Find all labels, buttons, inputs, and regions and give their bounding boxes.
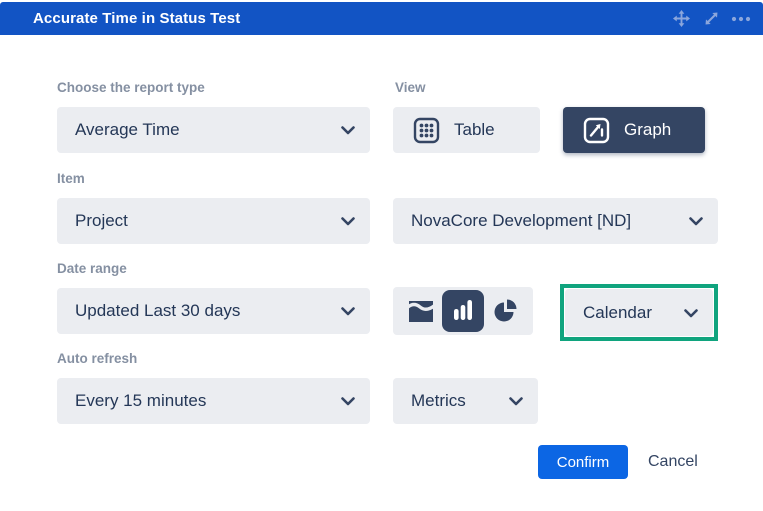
- view-label: View: [395, 80, 426, 95]
- chart-type-group: [393, 287, 533, 335]
- report-type-select[interactable]: Average Time: [57, 107, 370, 153]
- chevron-down-icon: [341, 217, 355, 226]
- time-in-status-dialog: Accurate Time in Status Test: [0, 0, 763, 511]
- chevron-down-icon: [684, 309, 698, 318]
- resize-diagonal-icon[interactable]: [701, 9, 721, 29]
- confirm-button[interactable]: Confirm: [538, 445, 628, 479]
- view-graph-button[interactable]: Graph: [563, 107, 705, 153]
- calendar-highlight-box: Calendar: [560, 284, 718, 341]
- cancel-button[interactable]: Cancel: [640, 445, 706, 479]
- chevron-down-icon: [341, 397, 355, 406]
- report-type-label: Choose the report type: [57, 80, 205, 95]
- bar-chart-icon[interactable]: [442, 290, 484, 332]
- view-table-label: Table: [454, 120, 495, 140]
- auto-refresh-value: Every 15 minutes: [57, 391, 206, 411]
- dialog-titlebar: Accurate Time in Status Test: [0, 2, 763, 35]
- bar-graph-icon: [583, 117, 610, 144]
- calendar-value: Calendar: [565, 303, 652, 323]
- auto-refresh-select[interactable]: Every 15 minutes: [57, 378, 370, 424]
- area-chart-icon[interactable]: [400, 290, 442, 332]
- chevron-down-icon: [341, 126, 355, 135]
- view-graph-label: Graph: [624, 120, 671, 140]
- auto-refresh-label: Auto refresh: [57, 351, 137, 366]
- titlebar-actions: [671, 2, 751, 35]
- item-value: Project: [57, 211, 128, 231]
- metrics-value: Metrics: [393, 391, 466, 411]
- dialog-title: Accurate Time in Status Test: [0, 10, 240, 27]
- table-grid-icon: [413, 117, 440, 144]
- date-range-label: Date range: [57, 261, 127, 276]
- date-range-select[interactable]: Updated Last 30 days: [57, 288, 370, 334]
- project-value: NovaCore Development [ND]: [393, 211, 631, 231]
- report-type-value: Average Time: [57, 120, 180, 140]
- metrics-select[interactable]: Metrics: [393, 378, 538, 424]
- chevron-down-icon: [509, 397, 523, 406]
- chevron-down-icon: [689, 217, 703, 226]
- project-select[interactable]: NovaCore Development [ND]: [393, 198, 718, 244]
- calendar-select[interactable]: Calendar: [565, 289, 713, 336]
- more-options-icon[interactable]: [731, 9, 751, 29]
- pie-chart-icon[interactable]: [484, 290, 526, 332]
- item-label: Item: [57, 171, 85, 186]
- chevron-down-icon: [341, 307, 355, 316]
- move-icon[interactable]: [671, 9, 691, 29]
- view-table-button[interactable]: Table: [393, 107, 540, 153]
- item-select[interactable]: Project: [57, 198, 370, 244]
- date-range-value: Updated Last 30 days: [57, 301, 240, 321]
